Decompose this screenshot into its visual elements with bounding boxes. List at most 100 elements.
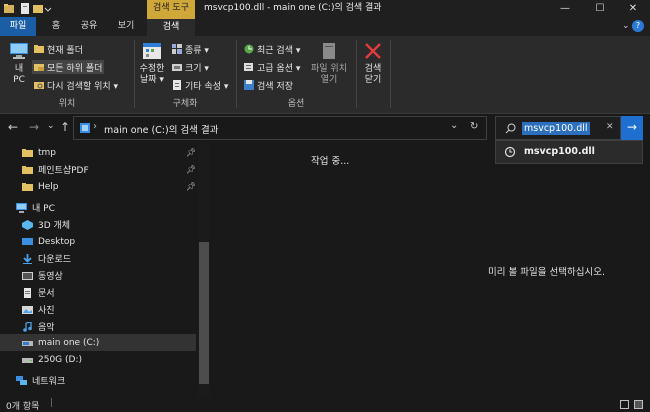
close-button[interactable]: ✕ <box>616 0 650 17</box>
context-tab-group: 검색 도구 <box>147 0 195 17</box>
nav-label: 3D 개체 <box>38 221 71 231</box>
ribbon-separator <box>390 40 391 108</box>
pin-icon[interactable]: 📌︎ <box>186 182 196 191</box>
maximize-button[interactable]: ☐ <box>583 0 617 17</box>
nav-label: 250G (D:) <box>38 354 82 365</box>
close-search-button[interactable]: 검색 닫기 <box>360 42 386 86</box>
calendar-icon <box>143 43 161 59</box>
refresh-button[interactable]: ↻ <box>470 121 478 132</box>
folder-icon <box>22 182 33 191</box>
nav-label: 다운로드 <box>38 255 72 265</box>
tab-home[interactable]: 홈 <box>42 17 70 36</box>
item-count: 0개 항목 <box>6 402 40 412</box>
3d-objects-icon <box>22 219 33 230</box>
search-suggestion[interactable]: msvcp100.dll <box>495 140 643 164</box>
tab-share[interactable]: 공유 <box>73 17 105 36</box>
nav-label: 음악 <box>38 323 55 333</box>
nav-item-drive-c[interactable]: main one (C:) <box>0 334 196 351</box>
location-group-label: 위치 <box>58 99 76 109</box>
nav-scrollbar-thumb[interactable] <box>199 242 209 384</box>
nav-item-3d-objects[interactable]: 3D 개체 <box>0 216 196 233</box>
nav-item-network[interactable]: 네트워크 <box>0 372 196 389</box>
pin-icon[interactable]: 📌︎ <box>186 165 196 174</box>
nav-label: 문서 <box>38 289 55 299</box>
nav-item-downloads[interactable]: 다운로드 <box>0 250 196 267</box>
tab-file[interactable]: 파일 <box>0 17 36 36</box>
nav-item-pictures[interactable]: 사진 <box>0 301 196 318</box>
nav-item-tmp[interactable]: tmp 📌︎ <box>0 144 196 161</box>
tab-view[interactable]: 보기 <box>108 17 144 36</box>
ribbon: 내 PC 현재 폴더 모든 하위 폴더 다시 검색할 위치 ▾ 위치 수정한 날… <box>0 36 650 114</box>
current-folder-label: 현재 폴더 <box>47 45 83 56</box>
address-bar[interactable]: › main one (C:)의 검색 결과 ⌄ ↻ <box>73 116 487 140</box>
nav-item-documents[interactable]: 문서 <box>0 284 196 301</box>
ribbon-separator <box>356 40 357 108</box>
close-search-icon <box>365 43 381 59</box>
this-pc-button[interactable]: 내 PC <box>6 42 32 86</box>
open-location-label-2: 열기 <box>320 75 338 85</box>
nav-item-this-pc[interactable]: 내 PC <box>0 199 196 216</box>
nav-item-music[interactable]: 음악 <box>0 318 196 335</box>
up-button[interactable]: ↑ <box>60 120 70 134</box>
date-modified-button[interactable]: 수정한 날짜 ▾ <box>137 42 167 86</box>
nav-item-paintshop-pdf[interactable]: 페인트샵PDF 📌︎ <box>0 161 196 178</box>
new-folder-icon[interactable] <box>33 3 43 14</box>
nav-item-drive-d[interactable]: 250G (D:) <box>0 351 196 368</box>
folder-icon[interactable] <box>4 3 14 14</box>
download-icon <box>23 253 32 264</box>
search-results-icon <box>80 123 90 133</box>
file-list[interactable] <box>210 142 450 397</box>
nav-item-desktop[interactable]: Desktop <box>0 233 196 250</box>
folder-icon <box>34 45 44 53</box>
address-path: main one (C:)의 검색 결과 <box>104 125 219 136</box>
title-bar: 검색 도구 msvcp100.dll - main one (C:)의 검색 결… <box>0 0 650 17</box>
other-properties-button[interactable]: 기타 속성 ▾ <box>172 78 228 92</box>
help-icon[interactable]: ? <box>632 20 644 32</box>
kind-button[interactable]: 종류 ▾ <box>172 42 209 56</box>
save-search-label: 검색 저장 <box>257 81 293 92</box>
details-view-icon[interactable] <box>620 400 629 409</box>
clear-search-button[interactable]: ✕ <box>606 122 614 132</box>
kind-icon <box>172 44 182 54</box>
save-search-button[interactable]: 검색 저장 <box>244 78 293 92</box>
window-title: msvcp100.dll - main one (C:)의 검색 결과 <box>204 3 382 13</box>
size-button[interactable]: 크기 ▾ <box>172 60 209 74</box>
current-folder-button[interactable]: 현재 폴더 <box>34 42 83 56</box>
tab-search[interactable]: 검색 <box>147 17 195 36</box>
music-icon <box>23 321 32 332</box>
forward-button[interactable]: → <box>29 120 39 134</box>
minimize-button[interactable]: — <box>548 0 582 17</box>
document-icon <box>24 287 31 298</box>
search-again-button[interactable]: 다시 검색할 위치 ▾ <box>34 78 118 92</box>
advanced-options-button[interactable]: 고급 옵션 ▾ <box>244 60 300 74</box>
nav-label: 내 PC <box>32 204 55 214</box>
nav-item-help[interactable]: Help 📌︎ <box>0 178 196 195</box>
all-subfolders-label: 모든 하위 폴더 <box>47 63 103 74</box>
pin-icon[interactable]: 📌︎ <box>186 148 196 157</box>
other-properties-label: 기타 속성 ▾ <box>185 81 229 92</box>
recent-locations-button[interactable]: ⌄ <box>47 121 55 131</box>
nav-item-videos[interactable]: 동영상 <box>0 267 196 284</box>
open-file-location-button[interactable]: 파일 위치 열기 <box>308 42 350 86</box>
open-location-icon <box>323 43 335 59</box>
large-icons-view-icon[interactable] <box>634 400 643 409</box>
nav-label: tmp <box>38 147 57 158</box>
collapse-ribbon-icon[interactable]: ⌄ <box>622 21 630 31</box>
kind-label: 종류 ▾ <box>185 45 209 56</box>
search-go-button[interactable]: → <box>621 116 643 140</box>
all-subfolders-button[interactable]: 모든 하위 폴더 <box>32 60 105 74</box>
recent-searches-icon <box>244 44 254 54</box>
subfolders-icon <box>34 64 44 71</box>
back-button[interactable]: ← <box>8 120 18 134</box>
properties-icon <box>173 80 181 90</box>
recent-searches-button[interactable]: 최근 검색 ▾ <box>244 42 300 56</box>
customize-quick-access-icon[interactable] <box>44 3 52 14</box>
search-input[interactable]: msvcp100.dll ✕ <box>495 116 621 140</box>
address-dropdown-button[interactable]: ⌄ <box>450 120 458 131</box>
properties-icon[interactable] <box>20 3 30 14</box>
search-again-label: 다시 검색할 위치 ▾ <box>47 81 119 92</box>
status-bar: 0개 항목 | <box>0 397 650 412</box>
refine-group-label: 구체화 <box>172 99 198 109</box>
close-search-label-2: 닫기 <box>364 75 382 85</box>
date-modified-label-1: 수정한 <box>139 64 165 74</box>
